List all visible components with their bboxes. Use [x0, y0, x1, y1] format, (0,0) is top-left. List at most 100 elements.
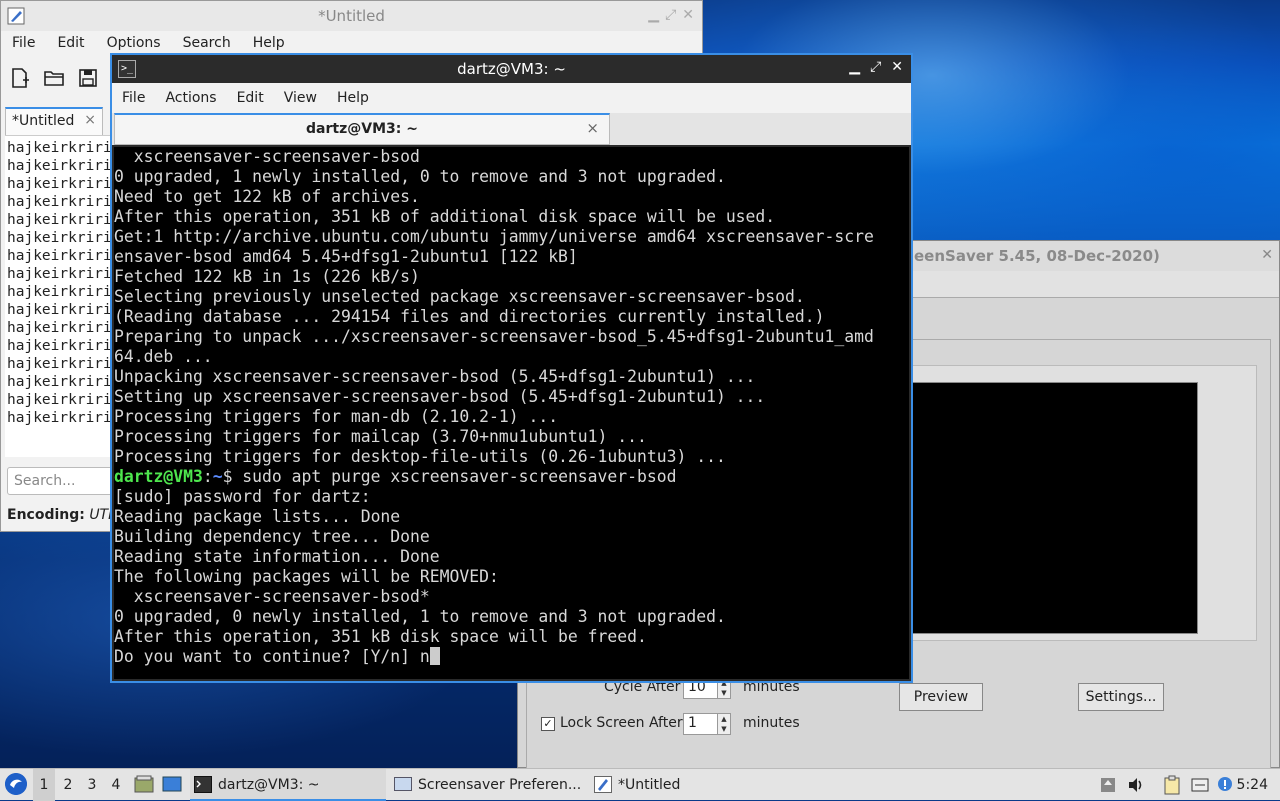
clock[interactable]: 5:24	[1237, 769, 1268, 801]
network-icon[interactable]	[1190, 775, 1210, 795]
terminal-output[interactable]: xscreensaver-screensaver-bsod 0 upgraded,…	[114, 147, 909, 679]
menu-help[interactable]: Help	[327, 90, 379, 106]
terminal-menubar: File Actions Edit View Help	[112, 83, 911, 113]
close-icon[interactable]: ✕	[891, 59, 903, 75]
terminal-line: xscreensaver-screensaver-bsod*	[114, 587, 430, 606]
tab-close-icon[interactable]: ×	[84, 112, 96, 128]
terminal-line: Building dependency tree... Done	[114, 527, 430, 546]
close-icon[interactable]: ✕	[1261, 247, 1273, 263]
new-document-icon[interactable]	[9, 67, 31, 89]
terminal-line: After this operation, 351 kB disk space …	[114, 627, 647, 646]
workspace-3[interactable]: 3	[81, 769, 103, 801]
terminal-line: Preparing to unpack .../xscreensaver-scr…	[114, 327, 874, 346]
prompt-user: dartz@VM3	[114, 467, 203, 486]
tab-close-icon[interactable]: ×	[586, 119, 599, 137]
terminal-title: dartz@VM3: ~	[457, 60, 566, 78]
close-icon[interactable]: ✕	[682, 7, 694, 23]
updates-icon[interactable]	[1098, 775, 1118, 795]
terminal-cursor	[429, 647, 440, 665]
menu-file[interactable]: File	[112, 90, 155, 106]
terminal-input-line: Do you want to continue? [Y/n] n	[114, 647, 909, 667]
terminal-line: Processing triggers for mailcap (3.70+nm…	[114, 427, 647, 446]
workspace-4[interactable]: 4	[105, 769, 127, 801]
terminal-line: The following packages will be REMOVED:	[114, 567, 499, 586]
maximize-icon[interactable]: ⤢	[665, 7, 676, 23]
terminal-line: Unpacking xscreensaver-screensaver-bsod …	[114, 367, 756, 386]
mousepad-menubar: File Edit Options Search Help	[1, 35, 296, 51]
mousepad-tab[interactable]: *Untitled ×	[5, 107, 103, 135]
menu-file[interactable]: File	[1, 35, 46, 51]
encoding-label: Encoding:	[7, 507, 85, 523]
screensaver-task-icon	[394, 777, 412, 791]
volume-icon[interactable]	[1126, 775, 1146, 795]
workspace-2[interactable]: 2	[57, 769, 79, 801]
terminal-line: [sudo] password for dartz:	[114, 487, 371, 506]
prompt-path: ~	[212, 467, 223, 486]
task-terminal-label: dartz@VM3: ~	[218, 777, 320, 793]
menu-edit[interactable]: Edit	[227, 90, 274, 106]
mousepad-task-icon	[594, 776, 612, 793]
maximize-icon[interactable]: ⤢	[870, 59, 881, 75]
terminal-line: xscreensaver-screensaver-bsod	[114, 147, 420, 166]
menu-actions[interactable]: Actions	[155, 90, 226, 106]
task-screensaver-label: Screensaver Preferen...	[418, 777, 582, 793]
terminal-line: (Reading database ... 294154 files and d…	[114, 307, 825, 326]
file-manager-icon[interactable]	[134, 775, 154, 793]
mousepad-tab-label: *Untitled	[12, 113, 75, 129]
task-mousepad-label: *Untitled	[618, 777, 681, 793]
task-mousepad[interactable]: *Untitled	[590, 769, 750, 801]
lock-screen-label: Lock Screen After	[560, 715, 683, 731]
prompt-separator: :	[202, 467, 213, 486]
terminal-line: Setting up xscreensaver-screensaver-bsod…	[114, 387, 766, 406]
mousepad-toolbar	[9, 67, 99, 89]
terminal-prompt-line: dartz@VM3:~$ sudo apt purge xscreensaver…	[114, 467, 909, 487]
menu-edit[interactable]: Edit	[46, 35, 95, 51]
task-terminal[interactable]: dartz@VM3: ~	[190, 769, 386, 801]
lock-screen-stepper[interactable]: 1 ▲ ▼	[683, 713, 731, 735]
terminal-tab[interactable]: dartz@VM3: ~ ×	[114, 113, 610, 145]
save-icon[interactable]	[77, 67, 99, 89]
terminal-line: Reading state information... Done	[114, 547, 440, 566]
screensaver-preview	[912, 382, 1198, 634]
terminal-titlebar[interactable]: >_ dartz@VM3: ~ ▁ ⤢ ✕	[112, 55, 911, 83]
menu-view[interactable]: View	[274, 90, 327, 106]
menu-search[interactable]: Search	[172, 35, 242, 51]
search-placeholder: Search...	[14, 473, 76, 489]
terminal-line: Get:1 http://archive.ubuntu.com/ubuntu j…	[114, 227, 874, 246]
terminal-question: Do you want to continue? [Y/n] n	[114, 647, 430, 666]
stepper-arrows-icon[interactable]: ▲ ▼	[717, 714, 730, 734]
lock-screen-checkbox[interactable]: ✓	[541, 717, 555, 731]
terminal-line: Processing triggers for desktop-file-uti…	[114, 447, 726, 466]
terminal-line: ensaver-bsod amd64 5.45+dfsg1-2ubuntu1 […	[114, 247, 578, 266]
terminal-line: After this operation, 351 kB of addition…	[114, 207, 776, 226]
menu-options[interactable]: Options	[96, 35, 172, 51]
terminal-line: Need to get 122 kB of archives.	[114, 187, 420, 206]
preview-button[interactable]: Preview	[899, 683, 983, 711]
start-menu-icon[interactable]	[5, 773, 27, 795]
lock-screen-value: 1	[688, 715, 697, 731]
terminal-line: Selecting previously unselected package …	[114, 287, 805, 306]
open-folder-icon[interactable]	[43, 67, 65, 89]
screensaver-title: eenSaver 5.45, 08-Dec-2020)	[914, 247, 1160, 265]
mousepad-titlebar[interactable]: *Untitled ▁ ⤢ ✕	[1, 1, 702, 31]
terminal-window[interactable]: >_ dartz@VM3: ~ ▁ ⤢ ✕ File Actions Edit …	[110, 53, 913, 683]
terminal-tabbar: dartz@VM3: ~ ×	[112, 113, 911, 145]
settings-button[interactable]: Settings...	[1078, 683, 1164, 711]
minimize-icon[interactable]: ▁	[849, 59, 860, 75]
show-desktop-icon[interactable]	[162, 775, 182, 793]
terminal-tab-label: dartz@VM3: ~	[306, 121, 418, 137]
terminal-line: 64.deb ...	[114, 347, 213, 366]
terminal-line: 0 upgraded, 1 newly installed, 0 to remo…	[114, 167, 726, 186]
notification-icon[interactable]	[1216, 775, 1236, 795]
encoding-status: Encoding: UTF-	[7, 507, 120, 523]
terminal-task-icon	[194, 776, 212, 793]
clipboard-icon[interactable]	[1162, 775, 1182, 795]
minimize-icon[interactable]: ▁	[648, 7, 659, 23]
workspace-1[interactable]: 1	[33, 769, 55, 801]
terminal-line: 0 upgraded, 0 newly installed, 1 to remo…	[114, 607, 726, 626]
task-screensaver[interactable]: Screensaver Preferen...	[390, 769, 586, 801]
terminal-line: Processing triggers for man-db (2.10.2-1…	[114, 407, 559, 426]
taskbar: 1 2 3 4 dartz@VM3: ~ Screensaver Prefere…	[0, 768, 1280, 801]
terminal-line: Reading package lists... Done	[114, 507, 401, 526]
menu-help[interactable]: Help	[242, 35, 296, 51]
